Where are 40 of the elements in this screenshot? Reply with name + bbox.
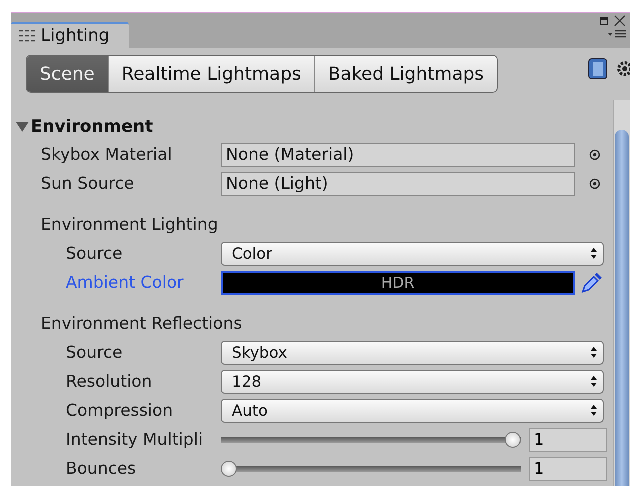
tab[interactable]: Scene <box>27 56 109 92</box>
color-field[interactable]: HDR <box>221 270 575 294</box>
number-field[interactable]: 1 <box>529 428 607 452</box>
window-title: Lighting <box>41 26 110 46</box>
scrollbar[interactable] <box>613 100 630 486</box>
stepper-arrows-icon <box>591 405 597 416</box>
field-label: Source <box>65 244 124 263</box>
field-label: Source <box>65 343 124 362</box>
tab[interactable]: Baked Lightmaps <box>315 56 498 92</box>
slider-thumb[interactable] <box>505 432 521 448</box>
stepper-arrows-icon <box>591 347 597 358</box>
number-field[interactable]: 1 <box>529 456 607 480</box>
field-label: Bounces <box>65 459 138 478</box>
group-title: Environment Lighting <box>40 214 220 236</box>
field-label: Skybox Material <box>40 145 174 164</box>
close-icon[interactable] <box>614 15 626 27</box>
gear-icon[interactable] <box>616 60 630 78</box>
object-field[interactable]: None (Material) <box>221 142 575 166</box>
section-title: Environment <box>31 117 154 137</box>
dropdown[interactable]: Auto <box>221 398 604 422</box>
stepper-arrows-icon <box>591 376 597 387</box>
object-field[interactable]: None (Light) <box>221 172 575 196</box>
field-label: Ambient Color <box>65 273 185 292</box>
menu-icon[interactable] <box>608 29 626 39</box>
window-tab[interactable]: Lighting <box>11 22 129 48</box>
field-label: Sun Source <box>40 174 136 193</box>
stepper-arrows-icon <box>591 248 597 259</box>
object-picker-icon[interactable] <box>589 148 601 160</box>
field-label: Intensity Multipli <box>65 430 204 449</box>
maximize-icon[interactable] <box>600 17 608 25</box>
field-label: Resolution <box>65 372 154 391</box>
tab[interactable]: Realtime Lightmaps <box>108 56 316 92</box>
group-title: Environment Reflections <box>40 313 244 335</box>
dropdown[interactable]: Color <box>221 242 604 266</box>
expand-triangle-icon[interactable] <box>16 121 29 133</box>
field-label: Compression <box>65 401 174 420</box>
dropdown[interactable]: Skybox <box>221 340 604 364</box>
object-picker-icon[interactable] <box>589 178 601 190</box>
dropdown[interactable]: 128 <box>221 370 604 394</box>
slider-thumb[interactable] <box>221 460 237 476</box>
